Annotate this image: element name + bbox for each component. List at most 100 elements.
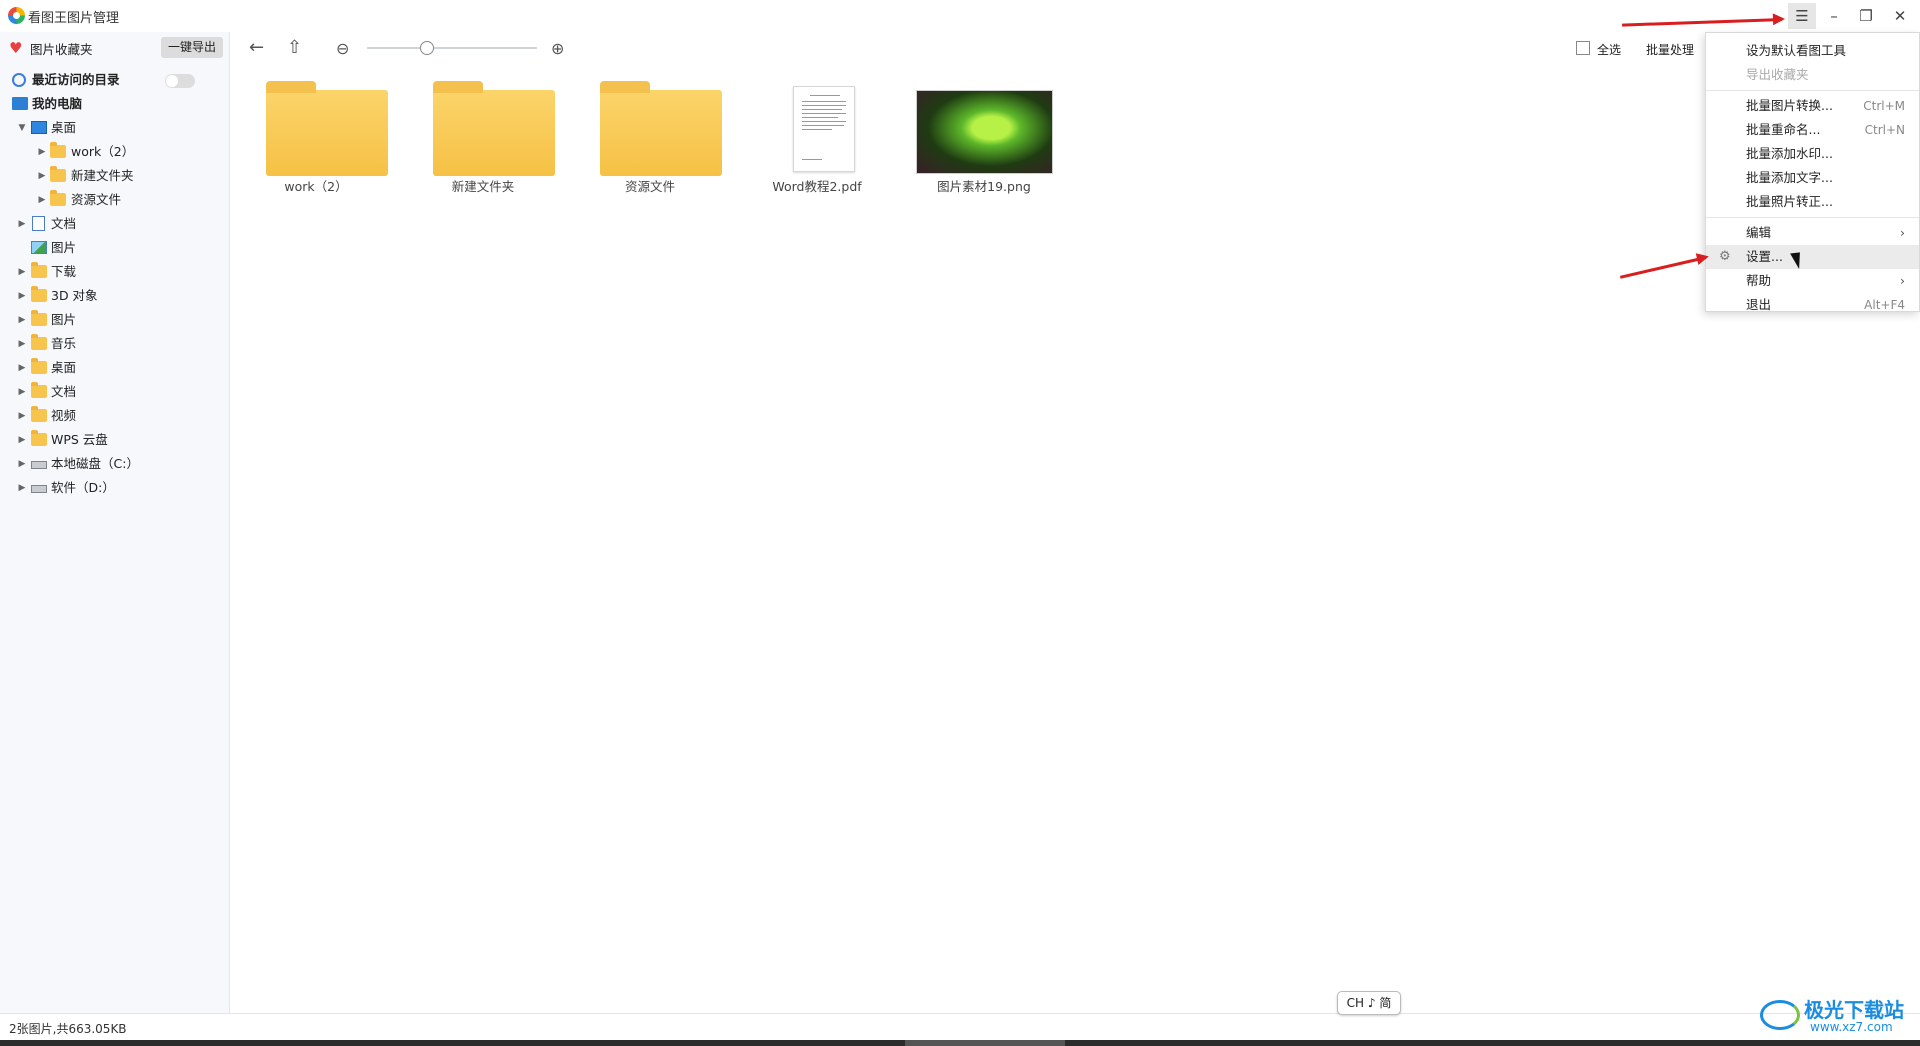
- tree-item-recent[interactable]: 最近访问的目录: [0, 68, 230, 92]
- zoom-slider-handle[interactable]: [420, 41, 434, 55]
- file-tile[interactable]: Word教程2.pdf: [742, 76, 892, 196]
- menu-item-batch-rename[interactable]: 批量重命名... Ctrl+N: [1706, 118, 1919, 142]
- tree-item-label: 资源文件: [71, 192, 122, 207]
- select-all-checkbox[interactable]: [1576, 41, 1590, 55]
- tree-item-drive-d[interactable]: ▶ 软件（D:）: [0, 476, 230, 500]
- tree-item-documents[interactable]: ▶ 文档: [0, 380, 230, 404]
- expand-right-icon[interactable]: ▶: [17, 476, 27, 500]
- expand-right-icon[interactable]: ▶: [17, 308, 27, 332]
- tree-item-resources[interactable]: ▶ 资源文件: [0, 188, 230, 212]
- hamburger-icon: ☰: [1795, 7, 1809, 25]
- tree-item-3d-objects[interactable]: ▶ 3D 对象: [0, 284, 230, 308]
- site-watermark: 极光下载站 www.xz7.com: [1760, 990, 1920, 1040]
- tree-item-label: 文档: [51, 216, 77, 231]
- menu-item-batch-straighten[interactable]: 批量照片转正...: [1706, 190, 1919, 214]
- tree-item-my-computer[interactable]: 我的电脑: [0, 92, 230, 116]
- expand-down-icon[interactable]: ▼: [17, 116, 27, 140]
- file-tile[interactable]: work（2）: [241, 76, 391, 196]
- folder-icon: [600, 81, 722, 176]
- menu-divider: [1706, 217, 1919, 218]
- tree-item-drive-c[interactable]: ▶ 本地磁盘（C:）: [0, 452, 230, 476]
- tree-item-label: WPS 云盘: [51, 432, 108, 447]
- batch-process-dropdown[interactable]: 批量处理: [1646, 41, 1694, 58]
- menu-item-batch-text[interactable]: 批量添加文字...: [1706, 166, 1919, 190]
- favorites-row[interactable]: ♥ 图片收藏夹 一键导出: [0, 32, 230, 62]
- menu-item-help[interactable]: 帮助 ›: [1706, 269, 1919, 293]
- zoom-slider-track[interactable]: [367, 47, 537, 49]
- app-title: 看图王图片管理: [28, 11, 120, 26]
- expand-right-icon[interactable]: ▶: [17, 452, 27, 476]
- menu-item-settings[interactable]: ⚙ 设置...: [1706, 245, 1919, 269]
- image-thumbnail: [916, 90, 1053, 174]
- expand-right-icon[interactable]: ▶: [37, 164, 47, 188]
- file-tile[interactable]: 资源文件: [575, 76, 725, 196]
- folder-tree: 最近访问的目录 我的电脑 ▼ 桌面 ▶ work（2） ▶ 新建文件夹 ▶ 资源…: [0, 68, 230, 500]
- tree-item-label: 下载: [51, 264, 77, 279]
- tree-item-pictures-lib[interactable]: 图片: [0, 236, 230, 260]
- tree-item-label: 文档: [51, 384, 77, 399]
- expand-right-icon[interactable]: ▶: [17, 428, 27, 452]
- expand-right-icon[interactable]: ▶: [37, 188, 47, 212]
- menu-shortcut: Ctrl+M: [1863, 99, 1905, 113]
- tree-item-wps-cloud[interactable]: ▶ WPS 云盘: [0, 428, 230, 452]
- menu-shortcut: Alt+F4: [1864, 298, 1905, 312]
- menu-item-label: 批量重命名...: [1746, 122, 1821, 137]
- expand-right-icon[interactable]: ▶: [17, 284, 27, 308]
- zoom-in-icon[interactable]: ⊕: [551, 39, 564, 58]
- file-tile[interactable]: 新建文件夹: [408, 76, 558, 196]
- folder-icon: [31, 334, 47, 350]
- document-icon: [32, 216, 45, 231]
- restore-button[interactable]: ❐: [1852, 3, 1880, 29]
- main-menu-button[interactable]: ☰: [1788, 3, 1816, 29]
- back-arrow-icon[interactable]: ←: [249, 37, 264, 58]
- menu-item-batch-watermark[interactable]: 批量添加水印...: [1706, 142, 1919, 166]
- file-name: 新建文件夹: [451, 179, 515, 194]
- picture-icon: [31, 241, 47, 254]
- tree-item-label: 我的电脑: [32, 96, 83, 111]
- menu-item-label: 批量图片转换...: [1746, 98, 1833, 113]
- tree-item-downloads[interactable]: ▶ 下载: [0, 260, 230, 284]
- menu-item-set-default[interactable]: 设为默认看图工具: [1706, 39, 1919, 63]
- tree-item-documents-lib[interactable]: ▶ 文档: [0, 212, 230, 236]
- expand-right-icon[interactable]: ▶: [17, 260, 27, 284]
- expand-right-icon[interactable]: ▶: [37, 140, 47, 164]
- menu-item-exit[interactable]: 退出 Alt+F4: [1706, 293, 1919, 317]
- clock-icon: [12, 73, 26, 87]
- ime-indicator[interactable]: CH ♪ 简: [1337, 991, 1401, 1015]
- tree-item-videos[interactable]: ▶ 视频: [0, 404, 230, 428]
- menu-item-edit[interactable]: 编辑 ›: [1706, 221, 1919, 245]
- expand-right-icon[interactable]: ▶: [17, 332, 27, 356]
- tree-item-desktop-folder[interactable]: ▶ 桌面: [0, 356, 230, 380]
- up-arrow-icon[interactable]: ⇧: [287, 37, 302, 58]
- menu-item-label: 批量添加水印...: [1746, 146, 1833, 161]
- expand-right-icon[interactable]: ▶: [17, 356, 27, 380]
- close-button[interactable]: ✕: [1886, 3, 1914, 29]
- select-all-label[interactable]: 全选: [1597, 41, 1621, 58]
- expand-right-icon[interactable]: ▶: [17, 380, 27, 404]
- folder-icon: [31, 262, 47, 278]
- minimize-button[interactable]: –: [1820, 3, 1848, 29]
- tree-item-pictures[interactable]: ▶ 图片: [0, 308, 230, 332]
- folder-icon: [50, 190, 66, 206]
- tree-item-desktop[interactable]: ▼ 桌面: [0, 116, 230, 140]
- tree-item-work[interactable]: ▶ work（2）: [0, 140, 230, 164]
- expand-right-icon[interactable]: ▶: [17, 404, 27, 428]
- taskbar: [0, 1040, 1920, 1046]
- recent-toggle[interactable]: [165, 74, 195, 88]
- zoom-out-icon[interactable]: ⊖: [336, 39, 349, 58]
- expand-right-icon[interactable]: ▶: [17, 212, 27, 236]
- tree-item-music[interactable]: ▶ 音乐: [0, 332, 230, 356]
- folder-icon: [433, 81, 555, 176]
- tree-item-label: 软件（D:）: [51, 480, 115, 495]
- tree-item-label: 新建文件夹: [71, 168, 134, 183]
- tree-item-new-folder[interactable]: ▶ 新建文件夹: [0, 164, 230, 188]
- folder-icon: [50, 142, 66, 158]
- one-click-export-button[interactable]: 一键导出: [161, 37, 223, 58]
- watermark-logo-icon: [1760, 1000, 1800, 1030]
- file-tile[interactable]: 图片素材19.png: [909, 76, 1059, 196]
- menu-shortcut: Ctrl+N: [1864, 123, 1905, 137]
- menu-item-batch-convert[interactable]: 批量图片转换... Ctrl+M: [1706, 94, 1919, 118]
- close-icon: ✕: [1893, 7, 1907, 25]
- sidebar: ♥ 图片收藏夹 一键导出 最近访问的目录 我的电脑 ▼ 桌面 ▶ work（2）…: [0, 32, 230, 1022]
- folder-icon: [31, 382, 47, 398]
